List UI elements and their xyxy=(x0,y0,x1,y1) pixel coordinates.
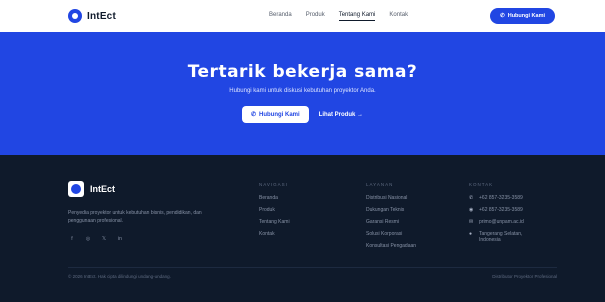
footer-bottom-bar: © 2026 IntEct. Hak cipta dilindungi unda… xyxy=(68,267,557,279)
whatsapp-icon: ◉ xyxy=(469,207,474,213)
contact-whatsapp[interactable]: ◉ +62 857-3235-3589 xyxy=(469,207,569,213)
nav-link-beranda[interactable]: Beranda xyxy=(269,12,292,21)
footer-nav-kontak[interactable]: Kontak xyxy=(259,231,290,237)
nav-links: Beranda Produk Tentang Kami Kontak xyxy=(269,12,408,21)
footer-brand: IntEct Penyedia proyektor untuk kebutuha… xyxy=(68,181,203,242)
instagram-icon[interactable]: ◎ xyxy=(84,236,92,242)
footer-nav-tentang-kami[interactable]: Tentang Kami xyxy=(259,219,290,225)
hero-contact-label: Hubungi Kami xyxy=(259,111,300,118)
phone-icon: ✆ xyxy=(469,195,474,201)
hero-buttons: ✆ Hubungi Kami Lihat Produk → xyxy=(0,106,605,123)
footer-service-item[interactable]: Dukungan Teknis xyxy=(366,207,416,213)
copyright-text: © 2026 IntEct. Hak cipta dilindungi unda… xyxy=(68,274,171,279)
logo-icon xyxy=(68,9,82,23)
footer-nav-beranda[interactable]: Beranda xyxy=(259,195,290,201)
view-products-link[interactable]: Lihat Produk → xyxy=(319,112,363,118)
footer-logo[interactable]: IntEct xyxy=(68,181,203,197)
footer-nav-title: NAVIGASI xyxy=(259,182,288,187)
footer-contact-column: KONTAK ✆ +62 857-3235-3589 ◉ +62 857-323… xyxy=(469,182,569,249)
footer-description: Penyedia proyektor untuk kebutuhan bisni… xyxy=(68,210,202,224)
x-icon[interactable]: 𝕏 xyxy=(100,236,108,242)
contact-phone[interactable]: ✆ +62 857-3235-3589 xyxy=(469,195,569,201)
footer-services-column: LAYANAN Distribusi Nasional Dukungan Tek… xyxy=(366,182,416,255)
contact-email[interactable]: ✉ primo@unpam.ac.id xyxy=(469,219,569,225)
footer-nav-produk[interactable]: Produk xyxy=(259,207,290,213)
footer-logo-text: IntEct xyxy=(90,184,116,194)
contact-whatsapp-text: +62 857-3235-3589 xyxy=(479,207,523,213)
footer-service-item[interactable]: Konsultasi Pengadaan xyxy=(366,243,416,249)
logo-text: IntEct xyxy=(87,10,116,22)
nav-contact-button[interactable]: ✆ Hubungi Kami xyxy=(490,8,555,24)
hero-contact-button[interactable]: ✆ Hubungi Kami xyxy=(241,106,309,123)
hero-title: Tertarik bekerja sama? xyxy=(187,62,418,82)
cta-section: Tertarik bekerja sama? Hubungi kami untu… xyxy=(0,32,605,155)
footer-service-item[interactable]: Distribusi Nasional xyxy=(366,195,416,201)
nav-contact-label: Hubungi Kami xyxy=(507,13,545,19)
mail-icon: ✉ xyxy=(469,219,474,225)
phone-icon: ✆ xyxy=(250,112,256,118)
location-pin-icon: ● xyxy=(469,231,473,237)
footer-tagline: Distributor Proyektor Profesional xyxy=(492,274,557,279)
logo[interactable]: IntEct xyxy=(68,9,218,23)
footer-service-item[interactable]: Garansi Resmi xyxy=(366,219,416,225)
linkedin-icon[interactable]: in xyxy=(116,236,124,242)
phone-icon: ✆ xyxy=(500,13,505,19)
nav-link-kontak[interactable]: Kontak xyxy=(389,12,408,21)
navbar: IntEct Beranda Produk Tentang Kami Konta… xyxy=(0,0,605,32)
footer-services-title: LAYANAN xyxy=(366,182,394,187)
social-links: f ◎ 𝕏 in xyxy=(68,236,203,242)
hero-subtitle: Hubungi kami untuk diskusi kebutuhan pro… xyxy=(229,88,376,94)
contact-phone-text: +62 857-3235-3589 xyxy=(479,195,523,201)
nav-link-produk[interactable]: Produk xyxy=(306,12,325,21)
footer-nav-column: NAVIGASI Beranda Produk Tentang Kami Kon… xyxy=(259,182,290,243)
nav-link-tentang-kami[interactable]: Tentang Kami xyxy=(338,12,376,21)
footer-contact-title: KONTAK xyxy=(469,182,494,187)
contact-address-text: Tangerang Selatan, Indonesia xyxy=(479,231,523,243)
footer: IntEct Penyedia proyektor untuk kebutuha… xyxy=(0,155,605,302)
logo-icon xyxy=(68,181,84,197)
footer-service-item[interactable]: Solusi Korporasi xyxy=(366,231,416,237)
contact-address: ● Tangerang Selatan, Indonesia xyxy=(469,231,569,243)
contact-email-text: primo@unpam.ac.id xyxy=(479,219,524,225)
facebook-icon[interactable]: f xyxy=(68,236,76,242)
